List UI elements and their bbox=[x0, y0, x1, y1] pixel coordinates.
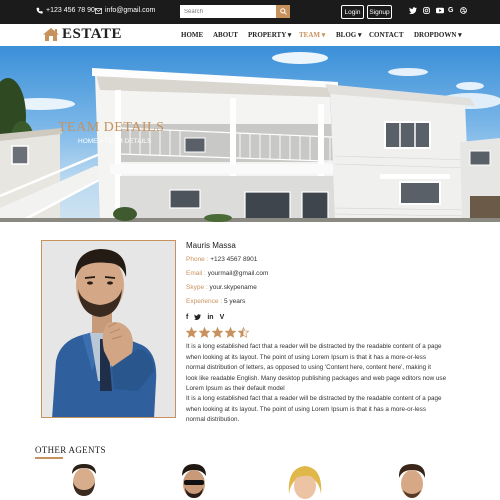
bio-line: when looking at its layout. The point of… bbox=[186, 353, 426, 361]
bio-line: It is a long established fact that a rea… bbox=[186, 343, 442, 350]
other-agents-title: OTHER AGENTS bbox=[35, 445, 106, 455]
search-box bbox=[180, 5, 290, 18]
phone-icon bbox=[36, 7, 43, 14]
breadcrumb: HOME > TEAM DETAILS bbox=[78, 138, 152, 145]
agent-experience: 5 years bbox=[223, 298, 246, 305]
logo[interactable]: ESTATE bbox=[42, 26, 122, 43]
login-button[interactable]: Login bbox=[341, 5, 364, 19]
agent-email[interactable]: yourmail@gmail.com bbox=[208, 270, 269, 277]
agent-skype[interactable]: your.skypename bbox=[210, 284, 257, 291]
bio-line: normal distribution of letters, as oppos… bbox=[186, 364, 431, 371]
envelope-icon bbox=[95, 7, 102, 14]
house-logo-icon bbox=[43, 28, 59, 41]
dribbble-icon[interactable] bbox=[460, 7, 467, 16]
top-bar: +123 456 78 90 info@gmail.com Login Sign… bbox=[0, 0, 500, 24]
nav-dropdown[interactable]: DROPDOWN ▾ bbox=[414, 31, 462, 39]
skype-label: Skype : bbox=[186, 284, 208, 291]
agent-bio-2: It is a long established fact that a rea… bbox=[186, 394, 466, 426]
other-agent-card[interactable] bbox=[285, 464, 325, 500]
agent-phone-row: Phone : +123 4567 8901 bbox=[186, 256, 257, 263]
search-icon bbox=[279, 8, 287, 15]
agent-phone[interactable]: +123 4567 8901 bbox=[210, 256, 257, 263]
twitter-icon[interactable] bbox=[409, 7, 417, 16]
agent-bio-1: It is a long established fact that a rea… bbox=[186, 342, 466, 395]
phone-contact[interactable]: +123 456 78 90 bbox=[36, 7, 95, 14]
hero-title: TEAM DETAILS bbox=[58, 120, 165, 135]
bio-line: normal distribution. bbox=[186, 416, 240, 423]
nav-home[interactable]: HOME bbox=[181, 31, 203, 39]
title-underline bbox=[35, 457, 63, 459]
star-icon bbox=[186, 327, 197, 338]
agent-email-row: Email : yourmail@gmail.com bbox=[186, 270, 268, 277]
agent-social-links: f in V bbox=[186, 314, 224, 322]
bio-line: It is a long established fact that a rea… bbox=[186, 395, 442, 402]
bio-line: when looking at its layout. The point of… bbox=[186, 405, 426, 413]
phone-label: Phone : bbox=[186, 256, 209, 263]
search-button[interactable] bbox=[276, 5, 290, 18]
star-icon bbox=[212, 327, 223, 338]
nav-team[interactable]: TEAM ▾ bbox=[299, 31, 325, 39]
agent-photo bbox=[41, 240, 176, 418]
star-icon bbox=[199, 327, 210, 338]
logo-text: ESTATE bbox=[62, 26, 122, 42]
facebook-icon[interactable]: f bbox=[186, 314, 188, 322]
bio-line: Lorem Ipsum as their default model bbox=[186, 385, 285, 392]
agent-experience-row: Experience : 5 years bbox=[186, 298, 245, 305]
linkedin-icon[interactable]: in bbox=[207, 314, 213, 322]
agent-name: Mauris Massa bbox=[186, 241, 236, 250]
phone-text: +123 456 78 90 bbox=[46, 7, 95, 14]
vimeo-icon[interactable]: V bbox=[220, 314, 225, 322]
nav-blog[interactable]: BLOG ▾ bbox=[336, 31, 362, 39]
experience-label: Experience : bbox=[186, 298, 223, 305]
email-text: info@gmail.com bbox=[105, 7, 156, 14]
agent-rating bbox=[186, 327, 249, 338]
instagram-icon[interactable] bbox=[423, 7, 430, 16]
youtube-icon[interactable] bbox=[436, 7, 444, 16]
other-agent-card[interactable] bbox=[174, 464, 214, 500]
email-label: Email : bbox=[186, 270, 206, 277]
other-agent-card[interactable] bbox=[392, 464, 432, 500]
search-input[interactable] bbox=[180, 5, 276, 18]
star-icon bbox=[225, 327, 236, 338]
main-navbar: ESTATE HOME ABOUT PROPERTY ▾ TEAM ▾ BLOG… bbox=[0, 24, 500, 46]
twitter-icon[interactable] bbox=[194, 314, 202, 322]
hero-banner: TEAM DETAILS HOME > TEAM DETAILS bbox=[0, 46, 500, 222]
google-icon[interactable]: G bbox=[448, 7, 453, 14]
nav-contact[interactable]: CONTACT bbox=[369, 31, 403, 39]
bio-line: look like readable English. Many desktop… bbox=[186, 374, 447, 382]
nav-property[interactable]: PROPERTY ▾ bbox=[248, 31, 291, 39]
other-agent-card[interactable] bbox=[64, 464, 104, 500]
star-icon bbox=[238, 327, 249, 338]
email-contact[interactable]: info@gmail.com bbox=[95, 7, 155, 14]
signup-button[interactable]: Signup bbox=[367, 5, 392, 19]
agent-skype-row: Skype : your.skypename bbox=[186, 284, 257, 291]
nav-about[interactable]: ABOUT bbox=[213, 31, 238, 39]
